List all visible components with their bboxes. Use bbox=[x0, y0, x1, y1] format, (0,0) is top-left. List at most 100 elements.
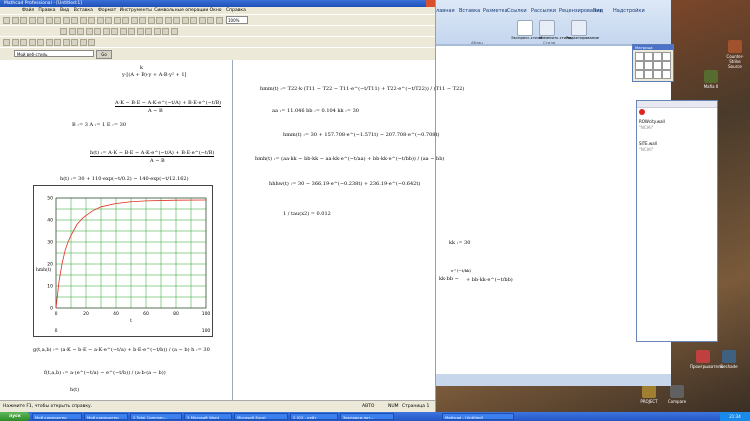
toolbar-button[interactable] bbox=[105, 17, 112, 24]
toolbar-button[interactable] bbox=[119, 28, 127, 35]
taskbar-button[interactable]: Microsoft Excel bbox=[234, 413, 288, 420]
menu-item[interactable]: Окно bbox=[210, 7, 222, 14]
math-expression[interactable]: A·K − B·E − A·K·e^(−t/A) + B·E·e^(−t/B) bbox=[115, 100, 222, 107]
toolbar-button[interactable] bbox=[20, 17, 27, 24]
menu-item[interactable]: Вид bbox=[60, 7, 69, 14]
palette-button[interactable] bbox=[635, 52, 644, 61]
toolbar-button[interactable] bbox=[62, 17, 70, 24]
btn-express-styles[interactable]: Экспресс-стили bbox=[511, 35, 542, 40]
toolbar-button[interactable] bbox=[77, 28, 84, 35]
toolbar-button[interactable] bbox=[37, 39, 44, 46]
toolbar-button[interactable] bbox=[3, 17, 10, 24]
toolbar-button[interactable] bbox=[207, 17, 214, 24]
toolbar-button[interactable] bbox=[88, 39, 95, 46]
math-expression[interactable]: B := 3 A := 1 E := 30 bbox=[72, 122, 126, 128]
menu-item[interactable]: Файл bbox=[22, 7, 34, 14]
toolbar-button[interactable] bbox=[145, 28, 152, 35]
palette-button[interactable] bbox=[644, 61, 653, 70]
toolbar-button[interactable] bbox=[162, 28, 169, 35]
toolbar-button[interactable] bbox=[156, 17, 163, 24]
toolbar-button[interactable] bbox=[88, 17, 95, 24]
plot-region[interactable]: 0 20 40 60 80 100 0 10 20 30 40 50 t hmh(t) 0 100 bbox=[33, 185, 213, 337]
taskbar-button[interactable]: Мой компьютер bbox=[32, 413, 82, 420]
math-expression[interactable]: aa := 11.046 bb := 0.104 kk := 30 bbox=[272, 108, 359, 114]
toolbar-button[interactable] bbox=[3, 39, 10, 46]
toolbar-button[interactable] bbox=[60, 28, 67, 35]
desktop-icon[interactable]: Compare bbox=[664, 385, 690, 404]
toolbar-button[interactable] bbox=[94, 28, 101, 35]
toolbar-button[interactable] bbox=[54, 39, 61, 46]
palette-button[interactable] bbox=[662, 52, 671, 61]
toolbar-button[interactable] bbox=[128, 28, 135, 35]
taskbar-button[interactable]: Mathcad - [Untitled] bbox=[442, 413, 514, 420]
math-expression[interactable]: hmm(t) := T22·k·(T11 − T22 − T11·e^(−t/T… bbox=[260, 86, 464, 92]
start-button[interactable]: пуск bbox=[0, 412, 30, 421]
toolbar-button[interactable] bbox=[79, 39, 87, 46]
toolbar-button[interactable] bbox=[11, 17, 19, 24]
toolbar-button[interactable] bbox=[164, 17, 172, 24]
zoom-select[interactable]: 100% bbox=[226, 16, 248, 24]
taskbar-button[interactable]: 3 Microsoft Word bbox=[184, 413, 232, 420]
menu-item[interactable]: Формат bbox=[98, 7, 116, 14]
toolbar-button[interactable] bbox=[136, 28, 144, 35]
palette-button[interactable] bbox=[662, 70, 671, 79]
desktop-icon[interactable]: PROJECT bbox=[636, 385, 662, 404]
palette-button[interactable] bbox=[653, 61, 662, 70]
math-expression[interactable]: hmm(t) := 30 + 157.708·e^(−1.571t) − 207… bbox=[283, 132, 439, 138]
toolbar-button[interactable] bbox=[28, 17, 36, 24]
desktop-icon[interactable]: Mafia II bbox=[698, 70, 724, 89]
toolbar-button[interactable] bbox=[147, 17, 155, 24]
icq-icon[interactable] bbox=[639, 109, 645, 115]
math-expression[interactable]: h(t) := 30 + 110·exp(−t/0.2) − 140·exp(−… bbox=[60, 176, 189, 182]
close-button[interactable] bbox=[426, 0, 435, 7]
toolbar-button[interactable] bbox=[153, 28, 161, 35]
editing-icon[interactable] bbox=[571, 20, 587, 36]
toolbar-button[interactable] bbox=[173, 17, 180, 24]
style-select[interactable]: Мой веб-стиль bbox=[14, 50, 94, 57]
math-expression[interactable]: hhhw(t) := 30 − 366.19·e^(−0.238t) + 236… bbox=[269, 181, 420, 187]
toolbar-button[interactable] bbox=[79, 17, 87, 24]
toolbar-button[interactable] bbox=[96, 17, 104, 24]
palette-button[interactable] bbox=[653, 52, 662, 61]
toolbar-button[interactable] bbox=[20, 39, 27, 46]
toolbar-button[interactable] bbox=[198, 17, 206, 24]
math-expression[interactable]: g(t,a,b) := (a·K − b·E − a·K·e^(−t/a) + … bbox=[33, 347, 210, 353]
toolbar-button[interactable] bbox=[71, 39, 78, 46]
palette-button[interactable] bbox=[644, 52, 653, 61]
go-button[interactable]: Go bbox=[96, 50, 112, 59]
toolbar-button[interactable] bbox=[54, 17, 61, 24]
toolbar-button[interactable] bbox=[45, 17, 53, 24]
toolbar-button[interactable] bbox=[113, 17, 121, 24]
toolbar-button[interactable] bbox=[190, 17, 197, 24]
menu-item[interactable]: Инструменты bbox=[120, 7, 152, 14]
math-expression[interactable]: k bbox=[140, 65, 143, 71]
toolbar-button[interactable] bbox=[170, 28, 178, 35]
taskbar-button[interactable]: 2 ICQ - кейт bbox=[290, 413, 338, 420]
toolbar-button[interactable] bbox=[71, 17, 78, 24]
palette-button[interactable] bbox=[653, 70, 662, 79]
toolbar-button[interactable] bbox=[181, 17, 189, 24]
taskbar-button[interactable]: 2 Total Comman... bbox=[130, 413, 182, 420]
desktop-icon[interactable]: Counter-Strike Source bbox=[722, 40, 748, 69]
change-styles-icon[interactable] bbox=[539, 20, 555, 36]
toolbar-button[interactable] bbox=[102, 28, 110, 35]
math-expression[interactable]: hmh(t) := (aa·kk − bb·kk − aa·kk·e^(−t/a… bbox=[255, 156, 444, 162]
ribbon-tab[interactable]: Вставка bbox=[459, 8, 480, 14]
toolbar-button[interactable] bbox=[68, 28, 76, 35]
math-expression[interactable]: 1 / tau(x2) = 0.012 bbox=[283, 211, 331, 217]
menu-item[interactable]: Вставка bbox=[74, 7, 93, 14]
math-expression[interactable]: A − B bbox=[148, 108, 163, 114]
desktop-icon[interactable]: Проигрыватель bbox=[690, 350, 723, 369]
toolbar-button[interactable] bbox=[85, 28, 93, 35]
palette-button[interactable] bbox=[635, 70, 644, 79]
desktop-icon[interactable]: Reshade bbox=[716, 350, 742, 369]
palette-button[interactable] bbox=[644, 70, 653, 79]
palette-button[interactable] bbox=[662, 61, 671, 70]
btn-editing[interactable]: Редактирование bbox=[566, 35, 599, 40]
math-expression[interactable]: f(t,a,b) := a·(e^(−t/a) − e^(−t/b)) / (a… bbox=[44, 370, 166, 376]
ribbon-tab[interactable]: Вид bbox=[593, 8, 603, 14]
toolbar-button[interactable] bbox=[122, 17, 129, 24]
express-styles-icon[interactable] bbox=[517, 20, 533, 36]
toolbar-button[interactable] bbox=[11, 39, 19, 46]
toolbar-button[interactable] bbox=[45, 39, 53, 46]
